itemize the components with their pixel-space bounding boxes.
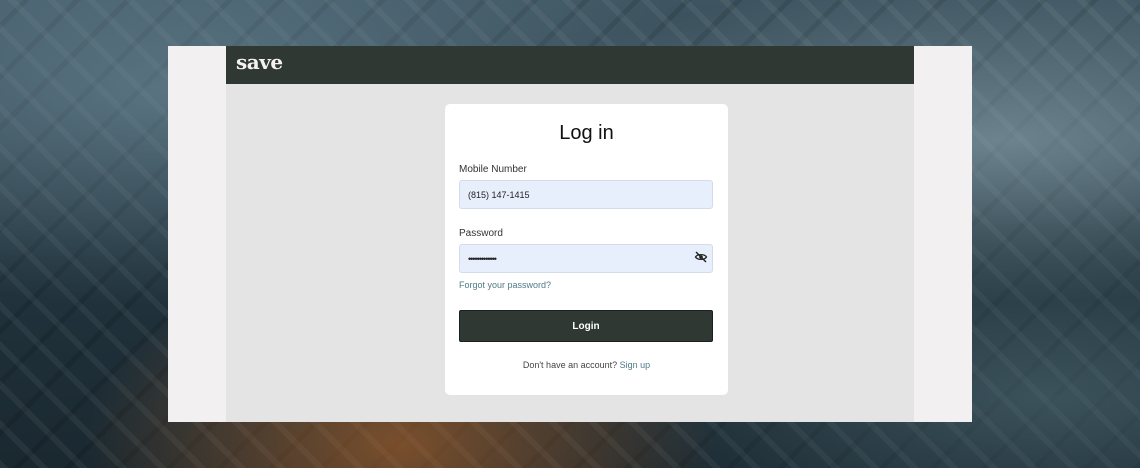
app-window: save Log in Mobile Number Password Forgo…	[226, 46, 914, 422]
top-bar: save	[226, 46, 914, 84]
signup-row: Don't have an account? Sign up	[445, 360, 728, 370]
password-input[interactable]	[459, 244, 713, 273]
mobile-number-label: Mobile Number	[459, 164, 527, 175]
login-button[interactable]: Login	[459, 310, 713, 342]
browser-frame: save Log in Mobile Number Password Forgo…	[168, 46, 972, 422]
login-card: Log in Mobile Number Password Forgot you…	[445, 104, 728, 395]
forgot-password-link[interactable]: Forgot your password?	[459, 280, 551, 290]
page-title: Log in	[559, 122, 614, 144]
no-account-text: Don't have an account?	[522, 360, 618, 370]
eye-slash-icon[interactable]	[694, 250, 708, 264]
mobile-number-input[interactable]	[459, 180, 713, 209]
save-logo[interactable]: save	[236, 50, 283, 74]
password-label: Password	[459, 228, 503, 239]
signup-link[interactable]: Sign up	[620, 360, 651, 370]
